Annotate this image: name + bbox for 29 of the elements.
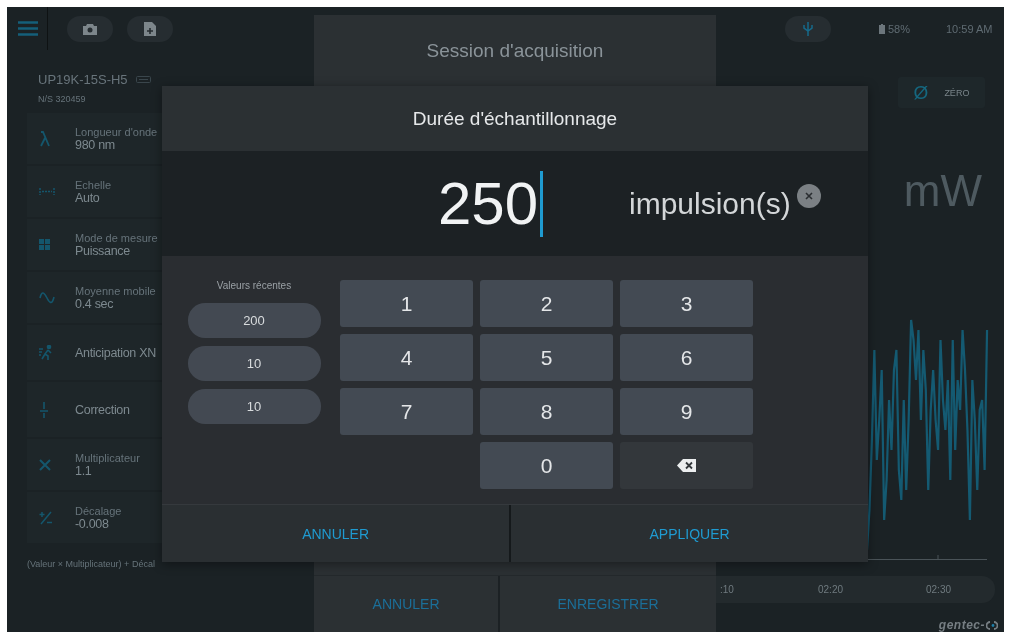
setting-value: 980 nm — [75, 137, 115, 152]
input-value: 250 — [437, 169, 538, 238]
formula-note: (Valeur × Multiplicateur) + Décal — [27, 559, 155, 569]
time-label: 02:20 — [818, 584, 844, 595]
dialog-title: Durée d'échantillonnage — [412, 107, 618, 130]
setting-value: Anticipation XN — [75, 345, 156, 360]
setting-value: Auto — [75, 190, 101, 205]
setting-value: Correction — [75, 402, 130, 417]
clock-time: 10:59 AM — [946, 22, 993, 35]
setting-value: -0.008 — [75, 516, 109, 531]
setting-label: Moyenne mobile — [75, 284, 156, 297]
recent-values-title: Valeurs récentes — [216, 280, 292, 291]
dialog-title: Session d'acquisition — [426, 39, 604, 62]
device-model: UP19K-15S-H5 — [38, 72, 128, 87]
setting-value: 1.1 — [75, 463, 92, 478]
setting-value: Puissance — [75, 243, 131, 258]
time-label: 02:30 — [926, 584, 952, 595]
time-label: :10 — [720, 584, 734, 595]
battery-percent: 58% — [887, 22, 910, 35]
unit-label: impulsion(s) — [629, 186, 791, 221]
brand-logo-text: gentec- — [938, 618, 985, 632]
setting-label: Echelle — [75, 178, 112, 191]
setting-label: Multiplicateur — [75, 451, 140, 464]
setting-label: Longueur d'onde — [75, 125, 158, 138]
setting-label: Mode de mesure — [75, 231, 158, 244]
reading-unit: mW — [903, 166, 982, 216]
serial-number: N/S 320459 — [38, 94, 87, 104]
setting-label: Décalage — [75, 504, 122, 517]
setting-value: 0.4 sec — [75, 296, 114, 311]
